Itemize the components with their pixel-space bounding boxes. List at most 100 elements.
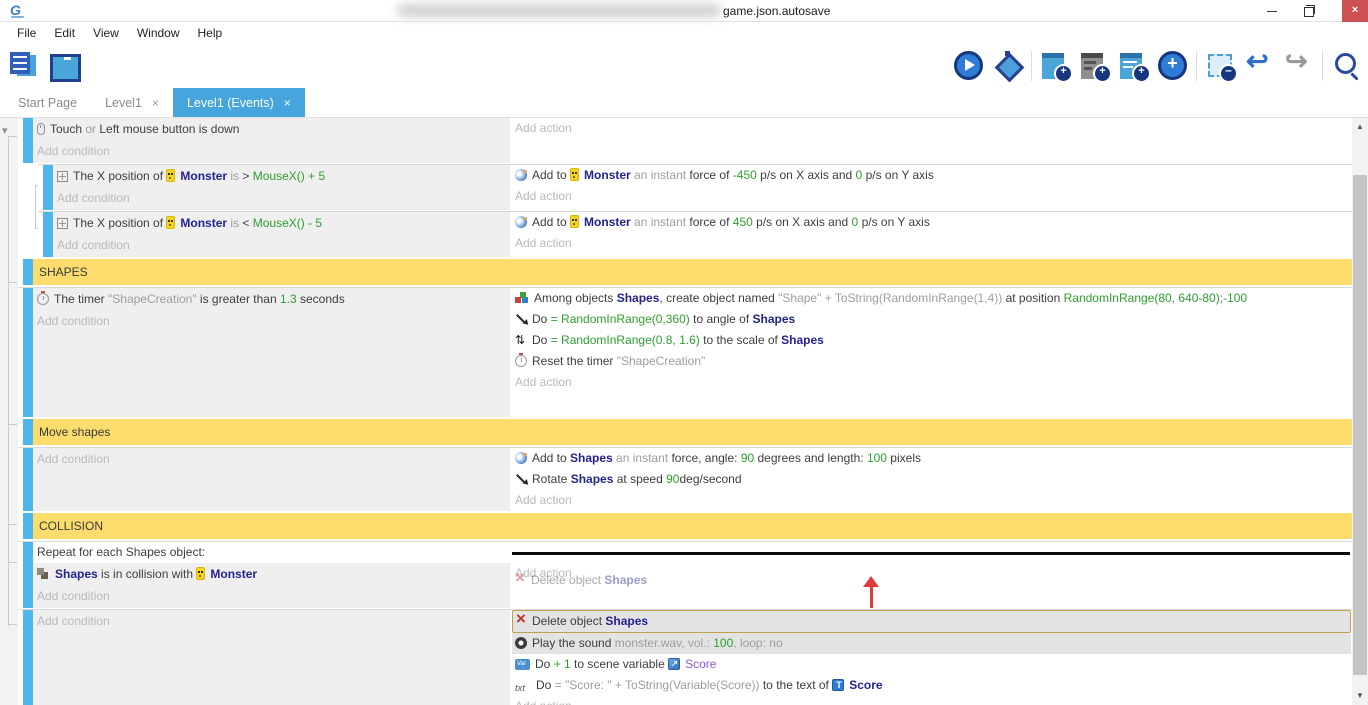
event-bar[interactable] (23, 118, 33, 163)
gdevelop-logo-icon: G (10, 2, 28, 20)
menu-file[interactable]: File (8, 22, 45, 44)
vertical-scrollbar[interactable]: ▲ ▼ (1352, 118, 1368, 705)
condition-row[interactable]: The X position of Monster is < MouseX() … (53, 212, 510, 234)
condition-row[interactable]: The timer "ShapeCreation" is greater tha… (33, 288, 510, 310)
event-bar[interactable] (43, 212, 53, 257)
event-bar[interactable] (23, 288, 33, 417)
delete-icon (516, 615, 527, 627)
add-action-link[interactable]: Add action (512, 118, 1352, 139)
text-segment: degrees and length: (754, 451, 867, 465)
drop-indicator-line (512, 552, 1350, 555)
close-tab-icon[interactable]: × (152, 96, 159, 110)
close-tab-icon[interactable]: × (284, 96, 291, 110)
tab-level1[interactable]: Level1 × (91, 88, 173, 117)
event-bar[interactable] (23, 610, 33, 705)
text-segment: no (769, 636, 782, 650)
section-header-collision[interactable]: COLLISION (18, 513, 1352, 539)
mouse-icon (37, 123, 45, 135)
menu-window[interactable]: Window (128, 22, 189, 44)
text-segment: mouse button is down (123, 122, 240, 136)
event-bar[interactable] (23, 513, 33, 539)
event-touch-mouse: Touch or Left mouse button is down Add c… (18, 118, 1352, 163)
add-comment-icon[interactable] (1079, 50, 1110, 81)
menu-help[interactable]: Help (189, 22, 232, 44)
action-row[interactable]: Reset the timer "ShapeCreation" (512, 351, 1352, 372)
text-segment: to the scale of (700, 333, 781, 347)
condition-row[interactable]: Shapes is in collision with Monster (33, 563, 510, 585)
events-content: Touch or Left mouse button is down Add c… (18, 118, 1352, 705)
text-obj-icon (832, 679, 844, 691)
add-action-link[interactable]: Add action (512, 372, 1352, 393)
add-action-link[interactable]: Add action (512, 490, 1352, 511)
close-button[interactable]: × (1342, 0, 1368, 22)
tree-line (8, 424, 17, 425)
action-row[interactable]: Among objects Shapes, create object name… (512, 288, 1352, 309)
action-row[interactable]: Add to Monster an instant force of 450 p… (512, 212, 1352, 233)
condition-row[interactable]: Touch or Left mouse button is down (33, 118, 510, 140)
condition-row[interactable]: The X position of Monster is > MouseX() … (53, 165, 510, 187)
add-condition-link[interactable]: Add condition (53, 187, 510, 209)
remove-event-icon[interactable] (1205, 50, 1236, 81)
text-segment: p/s on Y axis (862, 168, 934, 182)
add-condition-link[interactable]: Add condition (33, 310, 510, 332)
monster-icon (570, 215, 579, 228)
scrollbar-thumb[interactable] (1353, 175, 1367, 675)
tab-start-page[interactable]: Start Page (4, 88, 91, 117)
section-title: COLLISION (33, 513, 1352, 539)
play-icon[interactable] (953, 50, 984, 81)
text-segment: , loop: (733, 636, 769, 650)
scroll-down-icon[interactable]: ▼ (1352, 689, 1368, 703)
action-row[interactable]: Rotate Shapes at speed 90deg/second (512, 469, 1352, 490)
undo-icon[interactable] (1244, 50, 1275, 81)
event-bar[interactable] (23, 542, 33, 608)
restore-button[interactable] (1294, 0, 1322, 22)
scene-editor-icon[interactable] (47, 50, 78, 81)
event-bar[interactable] (23, 419, 33, 445)
action-row[interactable]: Do = "Score: " + ToString(Variable(Score… (512, 675, 1352, 696)
text-segment: 100 (867, 451, 887, 465)
window-title: game.json.autosave (723, 4, 830, 18)
project-manager-icon[interactable] (8, 50, 39, 81)
add-other-event-icon[interactable] (1157, 50, 1188, 81)
event-bar[interactable] (23, 259, 33, 285)
add-condition-link[interactable]: Add condition (33, 140, 510, 162)
add-subevent-icon[interactable] (1118, 50, 1149, 81)
section-header-move-shapes[interactable]: Move shapes (18, 419, 1352, 445)
tree-line (8, 562, 17, 563)
add-condition-link[interactable]: Add condition (33, 585, 510, 607)
section-header-shapes[interactable]: SHAPES (18, 259, 1352, 285)
toolbar-separator (1031, 51, 1032, 81)
action-row[interactable]: Do + 1 to scene variable Score (512, 654, 1352, 675)
action-row[interactable]: Add to Monster an instant force of -450 … (512, 165, 1352, 186)
minimize-button[interactable] (1258, 0, 1286, 22)
add-event-icon[interactable] (1040, 50, 1071, 81)
action-row[interactable]: Play the sound monster.wav, vol.: 100, l… (512, 633, 1351, 654)
event-bar[interactable] (43, 165, 53, 210)
add-action-link[interactable]: Add action (512, 696, 1352, 705)
add-action-link[interactable]: Add action (512, 233, 1352, 254)
menu-edit[interactable]: Edit (45, 22, 84, 44)
scroll-up-icon[interactable]: ▲ (1352, 120, 1368, 134)
search-icon[interactable] (1331, 50, 1362, 81)
text-segment: -450 (733, 168, 757, 182)
text-segment: The X position of (73, 216, 166, 230)
add-condition-link[interactable]: Add condition (33, 610, 510, 632)
text-segment: Repeat for each Shapes object: (37, 545, 205, 559)
event-bar[interactable] (23, 448, 33, 511)
toolbar-separator (1322, 51, 1323, 81)
debug-icon[interactable] (992, 50, 1023, 81)
menu-view[interactable]: View (84, 22, 128, 44)
action-row[interactable]: Add to Shapes an instant force, angle: 9… (512, 448, 1352, 469)
add-condition-link[interactable]: Add condition (53, 234, 510, 256)
text-segment: Monster (210, 567, 257, 581)
tab-level1-events[interactable]: Level1 (Events) × (173, 88, 305, 117)
action-row-selected[interactable]: Delete object Shapes (512, 610, 1351, 633)
redo-icon[interactable] (1283, 50, 1314, 81)
action-row[interactable]: Do = RandomInRange(0.8, 1.6) to the scal… (512, 330, 1352, 351)
action-row[interactable]: Do = RandomInRange(0,360) to angle of Sh… (512, 309, 1352, 330)
add-condition-link[interactable]: Add condition (33, 448, 510, 470)
arrow-stem (870, 585, 873, 608)
add-action-link[interactable]: Add action (512, 186, 1352, 207)
text-segment: Add to (532, 168, 570, 182)
collapse-arrow-icon[interactable]: ▾ (2, 126, 8, 136)
